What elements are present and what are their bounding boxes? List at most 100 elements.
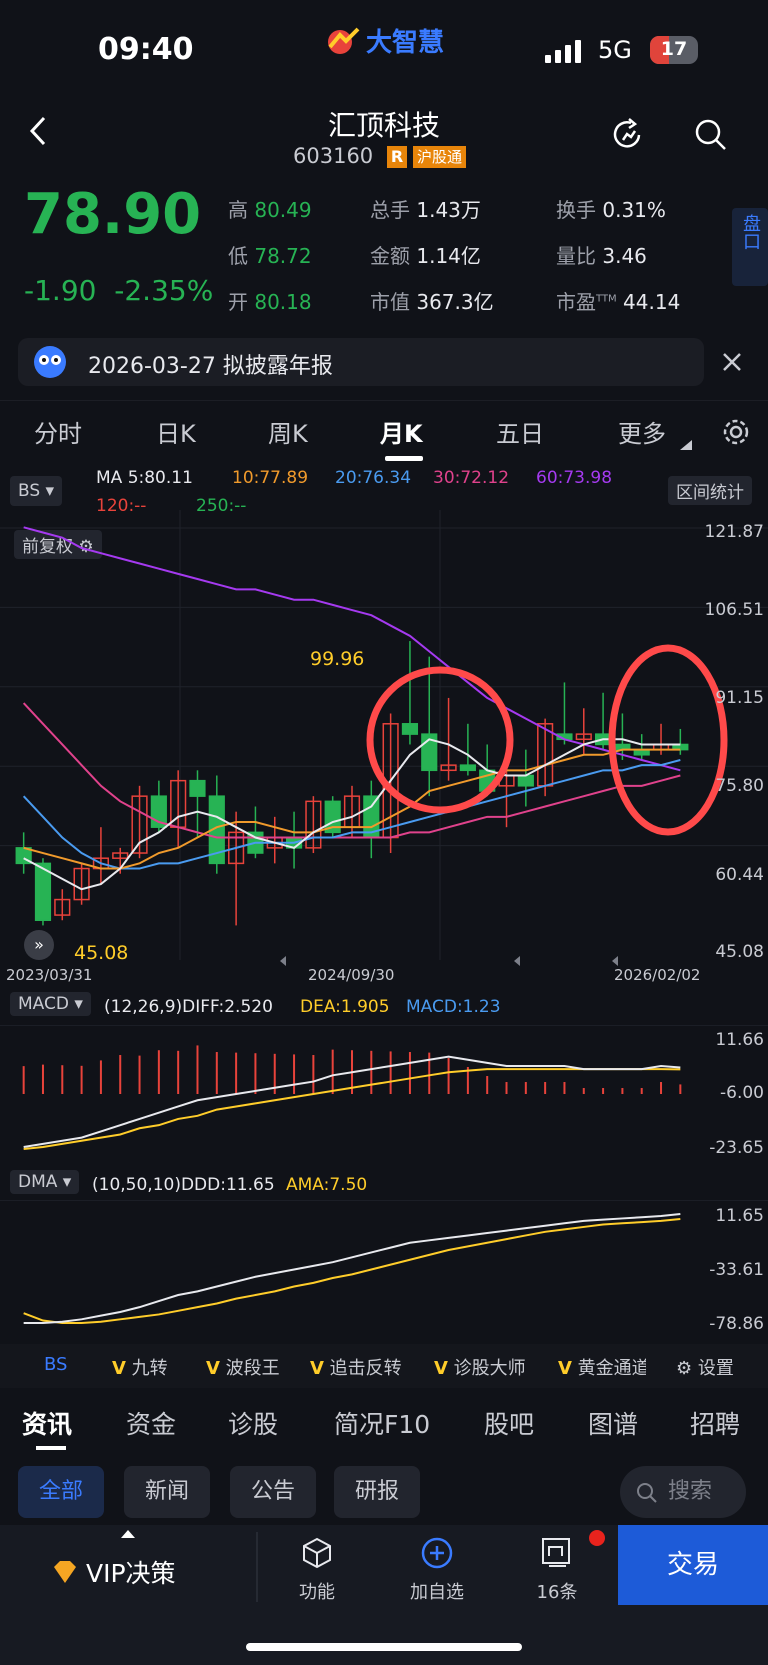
bs-select[interactable]: BS ▾ [10, 476, 63, 506]
y-tick: 45.08 [715, 942, 764, 962]
tab-fenshi[interactable]: 分时 [34, 414, 82, 449]
stat-label: 总手 [370, 198, 410, 222]
stock-name: 汇顶科技 [327, 109, 440, 142]
triangle-icon [680, 440, 692, 450]
battery-level: 17 [660, 38, 688, 60]
strategy-settings[interactable]: ⚙ 设置 [676, 1354, 734, 1380]
dma-params-text: (10,50,10) [92, 1175, 181, 1195]
stat-amount: 金额 1.14亿 [370, 240, 481, 269]
strategy-zhuiji[interactable]: V 追击反转 [310, 1354, 402, 1380]
pe-sup: TTM [596, 293, 617, 305]
stat-vol-ratio: 量比 3.46 [556, 240, 647, 269]
app-logo: 大智慧 [326, 22, 444, 59]
ma-30: 30:72.12 [433, 468, 510, 488]
bs-label: BS [18, 481, 41, 501]
candle-body [459, 764, 476, 772]
add-watchlist-button[interactable]: 加自选 [397, 1578, 477, 1604]
scroll-marker [280, 956, 286, 966]
func-button[interactable]: 功能 [277, 1578, 357, 1604]
dma-tick: -33.61 [709, 1260, 764, 1280]
stat-mcap: 市值 367.3亿 [370, 286, 494, 315]
dma-tick: -78.86 [709, 1314, 764, 1334]
cube-icon [303, 1537, 331, 1569]
notice-banner[interactable]: 2026-03-27 拟披露年报 [18, 338, 704, 386]
info-tab-forum[interactable]: 股吧 [484, 1405, 534, 1441]
dma-tick: 11.65 [715, 1206, 764, 1226]
tab-five-day[interactable]: 五日 [496, 414, 544, 449]
strategy-zhengu[interactable]: V 诊股大师 [434, 1354, 526, 1380]
refresh-icon[interactable] [611, 118, 645, 152]
strategy-huangjin[interactable]: V 黄金通道 [558, 1354, 646, 1380]
stat-high: 高 80.49 [228, 194, 312, 223]
info-tab-news[interactable]: 资讯 [22, 1405, 72, 1441]
pankou-button[interactable]: 盘口 [732, 208, 768, 286]
trade-button[interactable]: 交易 [618, 1525, 768, 1605]
macd-select[interactable]: MACD ▾ [10, 992, 91, 1016]
info-tab-diagnose[interactable]: 诊股 [228, 1405, 278, 1441]
filter-research[interactable]: 研报 [334, 1466, 420, 1518]
filter-announce[interactable]: 公告 [230, 1466, 316, 1518]
stock-code: 603160 [293, 144, 374, 168]
message-button[interactable]: 16条 [517, 1578, 597, 1604]
gear-icon[interactable] [722, 418, 750, 446]
active-tab-underline [385, 456, 423, 461]
info-tab-funds[interactable]: 资金 [126, 1405, 176, 1441]
tab-monthly[interactable]: 月K [380, 414, 423, 449]
stat-label: 金额 [370, 244, 410, 268]
range-stat-button[interactable]: 区间统计 [668, 476, 752, 505]
vip-button[interactable]: VIP决策 [50, 1554, 176, 1590]
tab-daily[interactable]: 日K [156, 414, 196, 449]
macd-tick: 11.66 [715, 1030, 764, 1050]
info-tab-jobs[interactable]: 招聘 [690, 1405, 740, 1441]
info-tab-f10[interactable]: 简况F10 [334, 1405, 430, 1441]
strategy-jiuzhuan[interactable]: V 九转 [112, 1354, 168, 1380]
strategy-label: 诊股大师 [453, 1358, 526, 1379]
stat-value: 78.72 [254, 244, 312, 268]
dma-ddd: DDD:11.65 [180, 1175, 275, 1195]
pankou-label: 盘口 [740, 214, 761, 250]
dma-params: (10,50,10)DDD:11.65 [92, 1175, 275, 1195]
close-icon[interactable] [722, 352, 742, 372]
stat-value: 44.14 [623, 290, 681, 314]
last-price: 78.90 [24, 182, 202, 247]
app-root: 09:40 大智慧 5G 17 汇顶科技 603160 R 沪股通 78.90 … [0, 0, 768, 1665]
stat-value: 80.18 [254, 290, 312, 314]
divider [256, 1532, 258, 1602]
stat-value: 367.3亿 [416, 290, 494, 314]
macd-diff: DIFF:2.520 [182, 997, 273, 1017]
r-badge: R [387, 146, 407, 168]
info-tab-graph[interactable]: 图谱 [588, 1405, 638, 1441]
y-tick: 75.80 [715, 776, 764, 796]
ma-60: 60:73.98 [536, 468, 613, 488]
dma-select[interactable]: DMA ▾ [10, 1170, 80, 1194]
kline-chart[interactable] [0, 510, 768, 980]
tab-weekly[interactable]: 周K [268, 414, 308, 449]
macd-params: (12,26,9)DIFF:2.520 [104, 997, 273, 1017]
strategy-bs[interactable]: BS [44, 1354, 67, 1375]
y-tick: 121.87 [704, 522, 764, 542]
dma-ama: AMA:7.50 [286, 1175, 368, 1195]
expand-icon[interactable]: » [24, 930, 54, 960]
candle-body [401, 723, 419, 735]
logo-icon [328, 27, 360, 54]
macd-tick: -23.65 [709, 1138, 764, 1158]
stat-value: 3.46 [602, 244, 647, 268]
price-change: -1.90 -2.35% [24, 274, 213, 307]
stat-pe: 市盈TTM 44.14 [556, 286, 680, 315]
macd-dea: DEA:1.905 [300, 997, 390, 1017]
add-icon [421, 1537, 453, 1569]
change-pct: -2.35% [114, 274, 214, 307]
ma-20: 20:76.34 [335, 468, 412, 488]
tab-more[interactable]: 更多 [618, 414, 666, 449]
macd-chart[interactable] [0, 1025, 768, 1165]
candle-body [517, 774, 534, 787]
stat-low: 低 78.72 [228, 240, 312, 269]
y-tick: 91.15 [715, 688, 764, 708]
filter-news[interactable]: 新闻 [124, 1466, 210, 1518]
y-tick: 106.51 [704, 600, 764, 620]
search-icon[interactable] [694, 118, 728, 152]
candle-body [189, 779, 206, 797]
dma-chart[interactable] [0, 1200, 768, 1340]
strategy-boduanwang[interactable]: V 波段王 [206, 1354, 280, 1380]
filter-all[interactable]: 全部 [18, 1466, 104, 1518]
